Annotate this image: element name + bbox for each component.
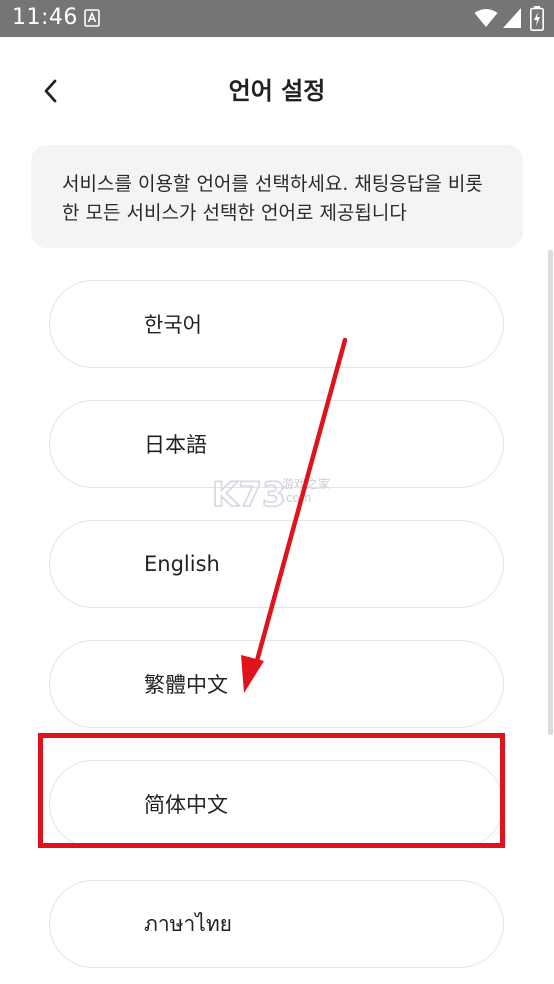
language-option-simplified-chinese[interactable]: 简体中文	[49, 760, 504, 848]
watermark-sub-bottom: .com	[282, 491, 311, 505]
watermark-logo: K73 游戏之家 .com	[212, 474, 330, 512]
watermark-sub-top: 游戏之家	[282, 476, 330, 491]
info-box: 서비스를 이용할 언어를 선택하세요. 채팅응답을 비롯한 모든 서비스가 선택…	[31, 145, 523, 248]
notification-a-icon	[84, 9, 100, 27]
wifi-icon	[474, 9, 498, 27]
language-option-korean[interactable]: 한국어	[49, 280, 504, 368]
battery-charging-icon	[530, 6, 544, 31]
language-option-thai[interactable]: ภาษาไทย	[49, 880, 504, 968]
language-option-english[interactable]: English	[49, 520, 504, 608]
language-option-traditional-chinese[interactable]: 繁體中文	[49, 640, 504, 728]
scrollbar[interactable]	[548, 250, 553, 735]
signal-icon	[503, 8, 521, 28]
status-bar: 11:46	[0, 0, 554, 37]
status-time: 11:46	[12, 5, 78, 30]
watermark-text: K73	[212, 475, 286, 512]
page-title: 언어 설정	[228, 77, 326, 105]
